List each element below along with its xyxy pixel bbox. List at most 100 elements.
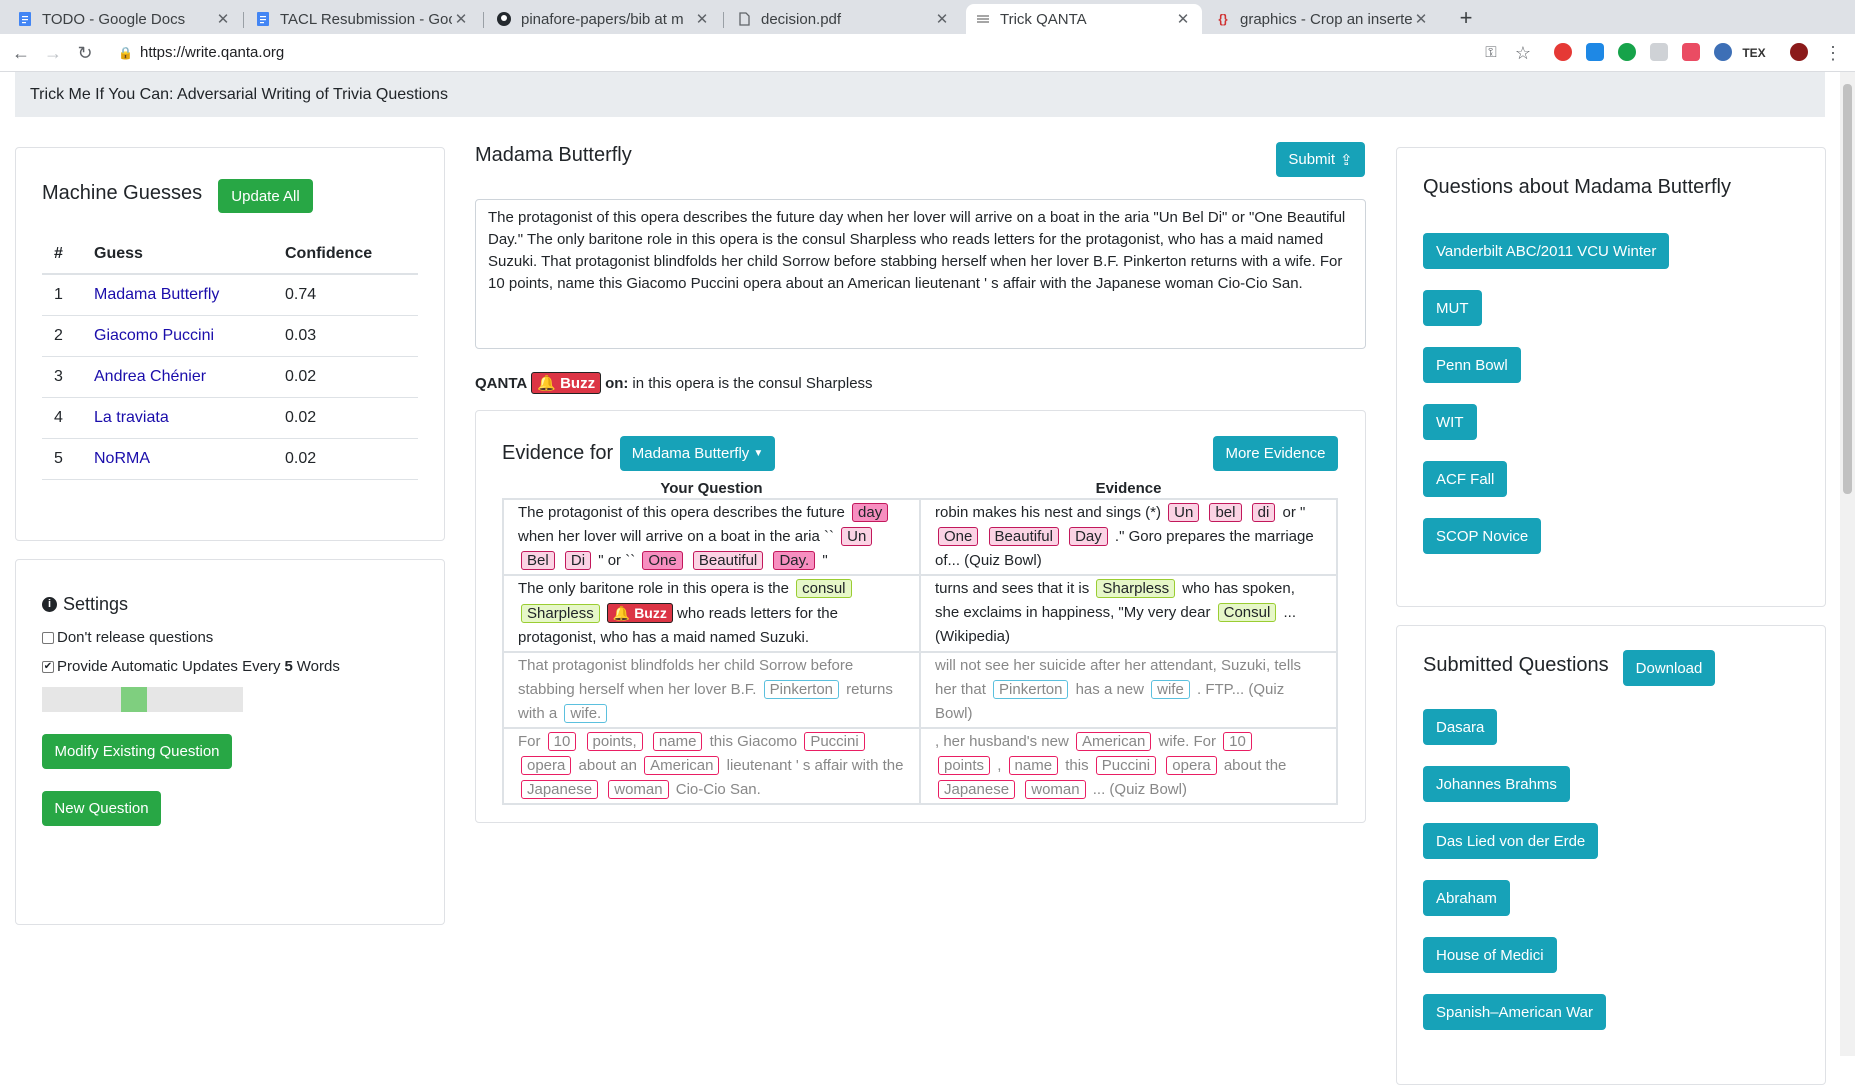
magnifier-extension-icon[interactable] [1714,43,1732,61]
question-set-button[interactable]: ACF Fall [1423,461,1508,497]
tab-title: pinafore-papers/bib at m [521,10,684,28]
extension-icon[interactable] [1650,43,1668,61]
grammarly-icon[interactable] [1618,43,1636,61]
question-fragment: The protagonist of this opera describes … [502,498,921,576]
page-content: Trick Me If You Can: Adversarial Writing… [0,72,1840,1085]
machine-guesses-card: Machine Guesses Update All # Guess Confi… [15,147,445,541]
guess-link[interactable]: Andrea Chénier [94,368,206,385]
dont-release-checkbox-row: Don't release questions [42,629,213,646]
close-tab-icon[interactable]: ✕ [214,10,232,28]
more-evidence-button[interactable]: More Evidence [1213,436,1338,471]
rank-cell: 5 [42,438,82,480]
close-tab-icon[interactable]: ✕ [933,10,951,28]
guesses-table: # Guess Confidence 1 Madama Butterfly 0.74… [42,234,418,480]
guess-link[interactable]: NoRMA [94,450,150,467]
submitted-question-button[interactable]: Das Lied von der Erde [1423,823,1599,859]
shield-icon[interactable] [1682,43,1700,61]
auto-update-checkbox[interactable]: ✔ [42,660,54,673]
browser-tab[interactable]: TACL Resubmission - Goo ✕ [246,4,480,34]
browser-tab[interactable]: TODO - Google Docs ✕ [8,4,242,34]
question-set-button[interactable]: WIT [1423,404,1477,440]
guess-link[interactable]: Madama Butterfly [94,286,219,303]
evidence-table: Your Question Evidence The protagonist o… [502,479,1338,805]
settings-heading: i Settings [42,594,128,615]
evidence-fragment: robin makes his nest and sings (*) Un be… [919,498,1338,576]
evidence-fragment: , her husband's new American wife. For 1… [919,727,1338,805]
submitted-question-button[interactable]: Dasara [1423,709,1498,745]
tab-title: graphics - Crop an inserte [1240,10,1412,28]
guess-link[interactable]: Giacomo Puccini [94,327,214,344]
question-fragment: The only baritone role in this opera is … [502,574,921,653]
submitted-question-button[interactable]: Spanish–American War [1423,994,1607,1030]
auto-update-label: Provide Automatic Updates Every [57,658,281,675]
address-bar[interactable]: 🔒 https://write.qanta.org [112,39,1472,67]
submitted-title: Submitted Questions [1423,654,1609,676]
close-tab-icon[interactable]: ✕ [693,10,711,28]
download-button[interactable]: Download [1623,650,1715,686]
new-question-button[interactable]: New Question [42,791,161,826]
close-tab-icon[interactable]: ✕ [1174,10,1192,28]
profile-avatar[interactable] [1790,43,1808,61]
submitted-questions-card: Submitted Questions Download Dasara Joha… [1396,625,1826,1085]
update-all-button[interactable]: Update All [218,179,313,213]
forward-icon[interactable]: → [40,40,66,66]
buzz-prefix: QANTA [475,374,528,392]
slider-handle[interactable] [121,687,147,712]
question-set-button[interactable]: Vanderbilt ABC/2011 VCU Winter [1423,233,1670,269]
questions-about-title: Questions about Madama Butterfly [1423,176,1731,198]
page-scrollbar[interactable] [1840,72,1855,1056]
auto-update-suffix: Words [296,658,340,675]
modify-question-button[interactable]: Modify Existing Question [42,734,232,769]
question-fragment: For 10 points, name this Giacomo Puccini… [502,727,921,805]
question-textarea[interactable]: The protagonist of this opera describes … [475,199,1366,349]
browser-tab[interactable]: pinafore-papers/bib at m ✕ [487,4,721,34]
tab-title: decision.pdf [761,10,842,28]
app-title: Trick Me If You Can: Adversarial Writing… [30,86,448,103]
info-icon: i [42,597,57,612]
questions-about-card: Questions about Madama Butterfly Vanderb… [1396,147,1826,607]
submitted-question-button[interactable]: Johannes Brahms [1423,766,1570,802]
submit-label: Submit [1288,151,1336,168]
close-tab-icon[interactable]: ✕ [452,10,470,28]
col-confidence: Confidence [273,234,418,275]
browser-tab-active[interactable]: Trick QANTA ✕ [966,4,1202,34]
submitted-question-button[interactable]: House of Medici [1423,937,1557,973]
key-icon[interactable]: ⚿ [1478,40,1504,66]
update-frequency-slider[interactable] [42,687,243,712]
rank-cell: 4 [42,397,82,439]
close-tab-icon[interactable]: ✕ [1412,10,1430,28]
submitted-question-button[interactable]: Abraham [1423,880,1510,916]
submit-button[interactable]: Submit ⇪ [1276,142,1365,177]
browser-tab[interactable]: decision.pdf ✕ [727,4,961,34]
star-icon[interactable]: ☆ [1510,40,1536,66]
evidence-fragment: turns and sees that it is Sharpless who … [919,574,1338,653]
opera-extension-icon[interactable] [1554,43,1572,61]
auto-update-count: 5 [284,658,293,675]
question-set-button[interactable]: Penn Bowl [1423,347,1521,383]
confidence-cell: 0.03 [273,315,418,357]
buzz-text: in this opera is the consul Sharpless [632,374,873,392]
rank-cell: 1 [42,274,82,316]
tex-extension-icon[interactable]: TEX [1741,40,1767,66]
evidence-answer-dropdown[interactable]: Madama Butterfly ▼ [620,436,775,471]
col-your-question: Your Question [660,480,763,497]
new-tab-button[interactable]: + [1452,4,1480,32]
tab-title: TACL Resubmission - Goo [280,10,452,28]
question-set-button[interactable]: MUT [1423,290,1482,326]
guess-link[interactable]: La traviata [94,409,169,426]
page-icon [976,12,990,26]
buzz-on: on: [605,374,629,392]
scrollbar-thumb[interactable] [1843,84,1852,494]
tab-title: Trick QANTA [1000,10,1087,28]
question-set-button[interactable]: SCOP Novice [1423,518,1542,554]
extension-icon[interactable] [1586,43,1604,61]
github-icon [497,12,511,26]
dont-release-checkbox[interactable] [42,631,54,644]
menu-icon[interactable]: ⋮ [1820,40,1846,66]
settings-card: i Settings Don't release questions ✔ Pro… [15,559,445,925]
docs-icon [256,12,270,26]
back-icon[interactable]: ← [8,40,34,66]
reload-icon[interactable]: ↻ [72,40,98,66]
browser-tab[interactable]: {} graphics - Crop an inserte ✕ [1206,4,1440,34]
table-row: 2 Giacomo Puccini 0.03 [42,315,418,357]
